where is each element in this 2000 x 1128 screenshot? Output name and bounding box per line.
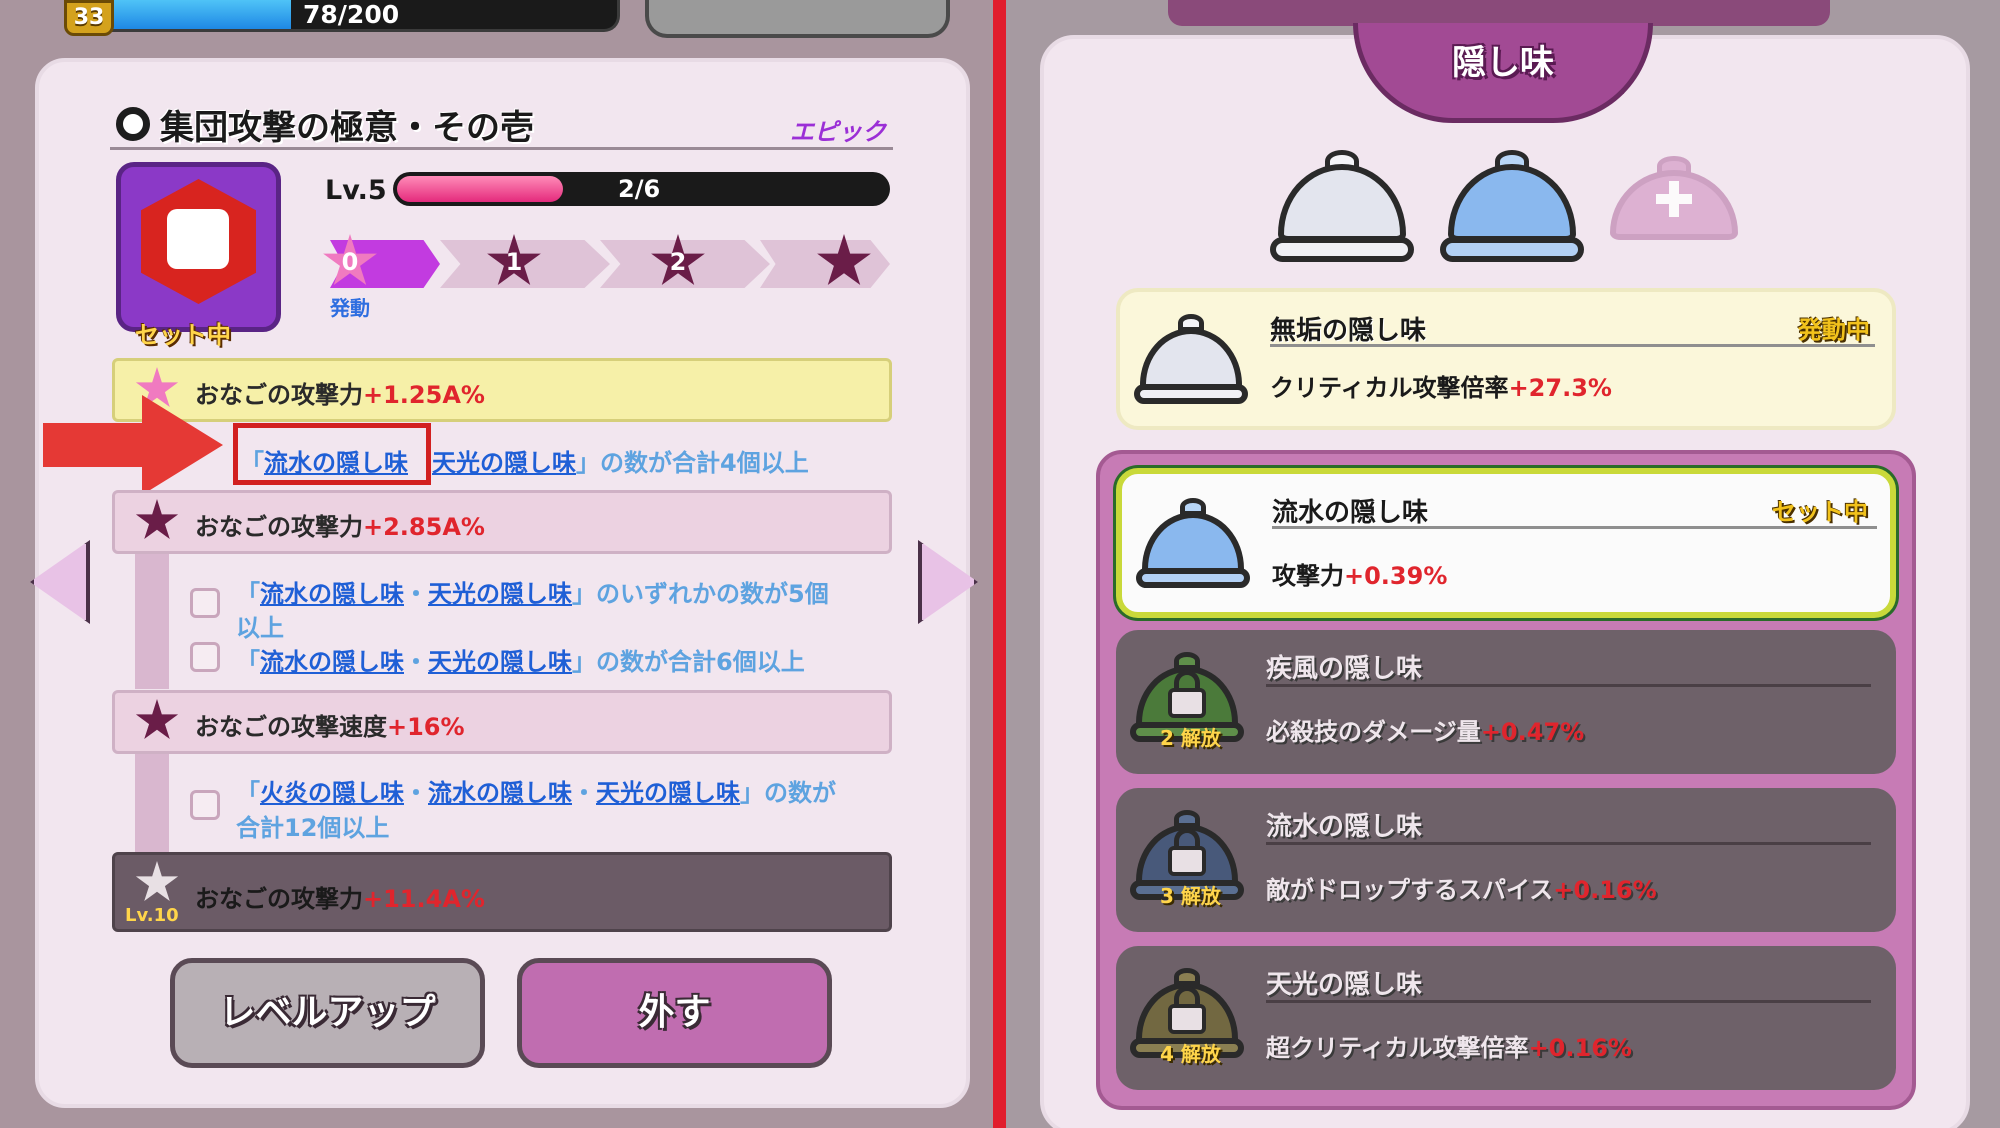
title-divider (110, 147, 893, 150)
flavor-stat: 敵がドロップするスパイス+0.16% (1266, 876, 1657, 904)
link-kaen[interactable]: 火炎の隠し味 (260, 779, 404, 807)
level-progress-bar: 2/6 (393, 172, 890, 206)
flavor-row-ryusui-selected[interactable]: 流水の隠し味 セット中 攻撃力+0.39% (1116, 468, 1896, 618)
rarity-label: エピック (790, 118, 886, 146)
effect-row-1: おなごの攻撃力+2.85A% (112, 490, 892, 554)
row-star-2-icon (135, 699, 179, 740)
step-number-0: 0 (341, 248, 359, 276)
step-number-1: 1 (505, 248, 523, 276)
link-ryusui[interactable]: 流水の隠し味 (260, 580, 404, 608)
unlock-level: Lv.10 (125, 905, 179, 926)
effect-row-locked: Lv.10 おなごの攻撃力+11.4A% (112, 852, 892, 932)
unlock-requirement: 4 解放 (1160, 1042, 1221, 1066)
link-ryusui[interactable]: 流水の隠し味 (260, 648, 404, 676)
level-progress-fill (397, 176, 563, 202)
effect-row-0-text: おなごの攻撃力+1.25A% (195, 381, 485, 409)
flavor-name-underline (1270, 344, 1875, 347)
wolf-emblem-icon (167, 209, 229, 269)
condition-1-continued: 以上 (236, 614, 284, 642)
step-number-2: 2 (669, 248, 687, 276)
add-slot-icon[interactable] (1610, 156, 1738, 256)
flavor-row-tenko[interactable]: 4 解放 天光の隠し味 超クリティカル攻撃倍率+0.16% (1116, 946, 1896, 1090)
skill-level: Lv.5 (325, 175, 387, 206)
row-star-1-icon (135, 499, 179, 540)
condition-connector-2 (135, 754, 169, 854)
effect-row-1-text: おなごの攻撃力+2.85A% (195, 513, 485, 541)
flavor-stat: クリティカル攻撃倍率+27.3% (1270, 374, 1612, 402)
panel-divider (993, 0, 1006, 1128)
lock-body (1168, 846, 1206, 876)
effect-row-2-text: おなごの攻撃速度+16% (195, 713, 465, 741)
condition-3: 「火炎の隠し味・流水の隠し味・天光の隠し味」の数が (236, 779, 836, 807)
muku-cloche-icon (1133, 314, 1249, 404)
flavor-name-underline (1266, 684, 1871, 687)
level-progress-text: 2/6 (618, 175, 661, 203)
highlight-box-left (233, 423, 431, 485)
flavor-row-muku[interactable]: 無垢の隠し味 発動中 クリティカル攻撃倍率+27.3% (1116, 288, 1896, 430)
flavor-name: 無垢の隠し味 (1270, 316, 1427, 346)
remove-button[interactable]: 外す (517, 958, 832, 1068)
flavor-stat: 必殺技のダメージ量+0.47% (1266, 718, 1585, 746)
condition-3-continued: 合計12個以上 (236, 814, 390, 842)
xp-text: 78/200 (303, 0, 400, 29)
skill-icon[interactable] (116, 162, 281, 332)
set-status-label: セット中 (135, 321, 231, 349)
row-lock-icon (135, 861, 179, 902)
flavor-stat: 攻撃力+0.39% (1272, 562, 1448, 590)
condition-1: 「流水の隠し味・天光の隠し味」のいずれかの数が5個 (236, 580, 829, 608)
hexagon-emblem (141, 179, 256, 304)
flavor-name: 疾風の隠し味 (1266, 654, 1423, 684)
flavor-row-ryusui-locked[interactable]: 3 解放 流水の隠し味 敵がドロップするスパイス+0.16% (1116, 788, 1896, 932)
link-tenko[interactable]: 天光の隠し味 (432, 449, 576, 477)
flavor-name: 天光の隠し味 (1266, 970, 1423, 1000)
condition-connector-1 (135, 554, 169, 689)
active-tag: 発動中 (1798, 316, 1870, 344)
xp-bar: 78/200 (80, 0, 620, 32)
effect-row-locked-text: おなごの攻撃力+11.4A% (195, 885, 485, 913)
condition-checkbox-2[interactable] (190, 642, 220, 672)
flavor-name: 流水の隠し味 (1266, 812, 1423, 842)
link-tenko[interactable]: 天光の隠し味 (428, 580, 572, 608)
condition-checkbox-3[interactable] (190, 790, 220, 820)
link-tenko[interactable]: 天光の隠し味 (596, 779, 740, 807)
effect-row-2: おなごの攻撃速度+16% (112, 690, 892, 754)
flavor-name-underline (1266, 1000, 1871, 1003)
ryusui-cloche-icon (1135, 498, 1251, 588)
skill-title: 集団攻撃の極意・その壱 (160, 108, 534, 148)
flavor-name-underline (1266, 842, 1871, 845)
slot-2-cloche-icon[interactable] (1440, 150, 1584, 262)
link-ryusui[interactable]: 流水の隠し味 (428, 779, 572, 807)
effect-row-0: おなごの攻撃力+1.25A% (112, 358, 892, 422)
condition-checkbox-1[interactable] (190, 588, 220, 618)
unlock-requirement: 2 解放 (1160, 726, 1221, 750)
condition-2: 「流水の隠し味・天光の隠し味」の数が合計6個以上 (236, 648, 805, 676)
lock-body (1168, 1004, 1206, 1034)
xp-bar-fill (83, 0, 292, 29)
right-panel: 隠し味 無垢の隠し味 発動中 クリティカル攻撃倍率+27.3% 流水の隠し味 セ… (1006, 0, 2000, 1128)
unlock-requirement: 3 解放 (1160, 884, 1221, 908)
activation-label: 発動 (330, 296, 370, 320)
top-button[interactable] (645, 0, 950, 38)
left-panel: 78/200 33 集団攻撃の極意・その壱 エピック セット中 Lv.5 2/6… (0, 0, 993, 1128)
step-chevron-3 (760, 240, 890, 288)
skill-type-icon (116, 107, 150, 141)
player-level-badge: 33 (64, 0, 114, 36)
set-tag: セット中 (1772, 498, 1868, 526)
flavor-row-shippu[interactable]: 2 解放 疾風の隠し味 必殺技のダメージ量+0.47% (1116, 630, 1896, 774)
flavor-name: 流水の隠し味 (1272, 498, 1429, 528)
link-tenko[interactable]: 天光の隠し味 (428, 648, 572, 676)
flavor-stat: 超クリティカル攻撃倍率+0.16% (1266, 1034, 1632, 1062)
level-up-button[interactable]: レベルアップ (170, 958, 485, 1068)
lock-body (1168, 688, 1206, 718)
slot-1-cloche-icon[interactable] (1270, 150, 1414, 262)
